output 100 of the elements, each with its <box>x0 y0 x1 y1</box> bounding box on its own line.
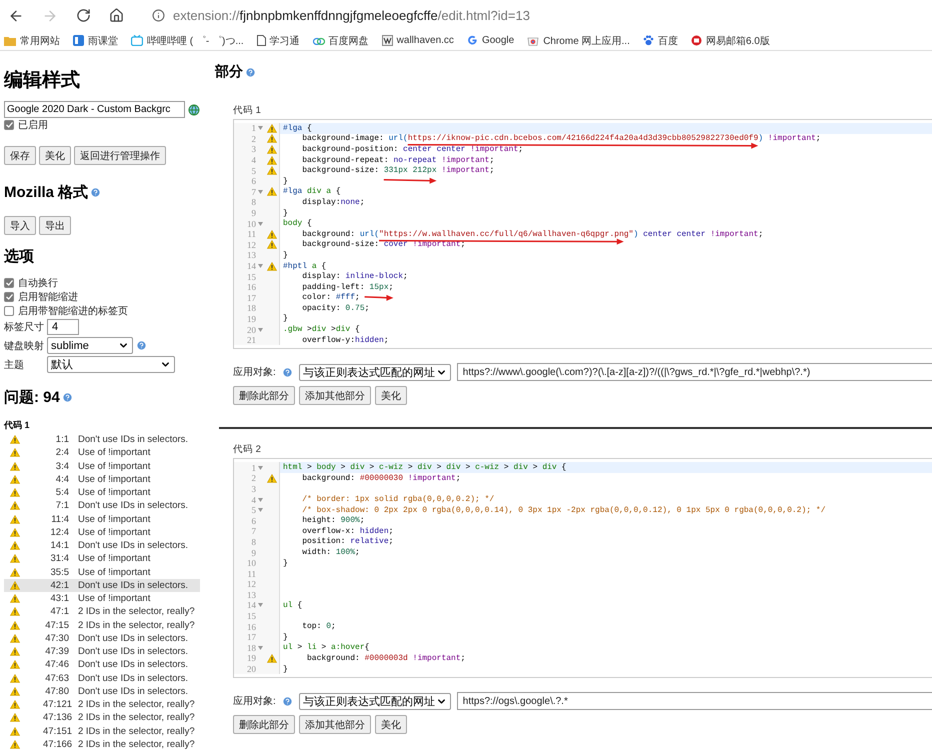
fold-icon[interactable] <box>258 328 263 332</box>
bookmark[interactable]: 哔哩哔哩 ( ゜- ゜)つ... <box>131 34 244 48</box>
issue-row[interactable]: 47:166 2 IDs in the selector, really? <box>4 738 200 751</box>
reload-button[interactable] <box>76 8 91 23</box>
tab-size-field[interactable]: 4 <box>47 319 79 336</box>
bookmark[interactable]: Chrome 网上应用... <box>527 34 630 48</box>
fold-icon[interactable] <box>258 126 263 130</box>
checkbox[interactable] <box>4 120 14 130</box>
line-number: 10 <box>246 558 256 568</box>
fold-icon[interactable] <box>258 498 263 502</box>
enabled-checkbox-row[interactable]: 已启用 <box>4 118 200 132</box>
action-button[interactable]: 美化 <box>39 146 71 165</box>
code-editor[interactable] <box>233 119 932 350</box>
warning-icon <box>10 674 20 683</box>
section-button[interactable]: 添加其他部分 <box>299 386 371 406</box>
bookmark[interactable]: 网易邮箱6.0版 <box>690 34 770 48</box>
logo-icon <box>382 35 393 46</box>
bookmark[interactable]: 百度 <box>642 34 678 48</box>
help-icon[interactable] <box>90 187 102 198</box>
section-button[interactable]: 删除此部分 <box>233 386 295 406</box>
back-button[interactable] <box>8 8 24 24</box>
issue-row[interactable]: 31:4 Use of !important <box>4 552 200 566</box>
issue-row[interactable]: 35:5 Use of !important <box>4 565 200 579</box>
line-number: 7 <box>250 526 256 536</box>
help-icon[interactable] <box>282 366 293 378</box>
home-button[interactable] <box>109 8 124 23</box>
action-button[interactable]: 返回进行管理操作 <box>74 146 166 165</box>
bookmark[interactable]: 雨课堂 <box>73 34 118 48</box>
checkbox[interactable] <box>4 292 14 302</box>
bookmark[interactable]: 百度网盘 <box>312 34 369 48</box>
url-pattern-field[interactable]: https?://www\.google(\.com?)?(\.[a-z][a-z])?/((|\?gws_rd.*|\?gfe_rd.*|webhp\?.*) <box>456 363 932 382</box>
fold-icon[interactable] <box>258 190 263 194</box>
section-button[interactable]: 删除此部分 <box>233 715 295 734</box>
option-select[interactable]: sublime <box>47 337 133 354</box>
fold-icon[interactable] <box>258 646 263 650</box>
fold-icon[interactable] <box>258 466 263 470</box>
issue-row[interactable]: 11:4 Use of !important <box>4 512 200 526</box>
issue-row[interactable]: 47:39 Don't use IDs in selectors. <box>4 644 200 658</box>
issue-row[interactable]: 1:1 Don't use IDs in selectors. <box>4 432 200 446</box>
style-name-field[interactable]: Google 2020 Dark - Custom Backgrc <box>4 101 186 118</box>
bookmark[interactable]: wallhaven.cc <box>382 35 454 46</box>
issue-row[interactable]: 4:4 Use of !important <box>4 472 200 486</box>
option-checkbox-row[interactable]: 自动换行 <box>4 276 200 290</box>
bookmark[interactable]: Google <box>466 35 514 46</box>
issue-row[interactable]: 47:46 Don't use IDs in selectors. <box>4 658 200 672</box>
issue-row[interactable]: 5:4 Use of !important <box>4 486 200 500</box>
issue-row[interactable]: 47:121 2 IDs in the selector, really? <box>4 698 200 712</box>
line-number: 16 <box>246 282 256 292</box>
action-button[interactable]: 导出 <box>39 216 71 235</box>
issue-row[interactable]: 42:1 Don't use IDs in selectors. <box>4 578 200 592</box>
match-type-select[interactable]: 与该正则表达式匹配的网址 <box>298 364 451 381</box>
warning-icon <box>10 700 20 710</box>
issue-row[interactable]: 47:136 2 IDs in the selector, really? <box>4 711 200 724</box>
section-heading: 部分 <box>215 63 243 81</box>
info-icon[interactable] <box>152 9 165 22</box>
action-button[interactable]: 保存 <box>4 146 36 165</box>
issue-row[interactable]: 47:63 Don't use IDs in selectors. <box>4 671 200 685</box>
option-checkbox-row[interactable]: 启用带智能缩进的标签页 <box>4 304 200 318</box>
match-type-select[interactable]: 与该正则表达式匹配的网址 <box>298 692 451 710</box>
issue-row[interactable]: 43:1 Use of !important <box>4 592 200 606</box>
option-checkbox-row[interactable]: 启用智能缩进 <box>4 290 200 304</box>
section-button[interactable]: 添加其他部分 <box>299 715 371 734</box>
url-pattern-field[interactable]: https?://ogs\.google\.?.* <box>456 692 932 710</box>
fold-icon[interactable] <box>258 603 263 608</box>
line-number: 18 <box>246 642 256 653</box>
line-number: 7 <box>250 186 256 197</box>
fold-icon[interactable] <box>258 264 263 268</box>
checkbox[interactable] <box>4 278 14 288</box>
bookmark[interactable]: 常用网站 <box>4 34 60 48</box>
warning-icon <box>266 144 276 154</box>
help-icon[interactable] <box>62 392 73 403</box>
help-icon[interactable] <box>245 66 256 78</box>
help-icon[interactable] <box>282 696 293 707</box>
option-select[interactable]: 默认 <box>47 356 175 374</box>
issue-row[interactable]: 47:151 2 IDs in the selector, really? <box>4 724 200 738</box>
help-icon[interactable] <box>136 340 147 352</box>
warning-icon <box>10 435 20 444</box>
issue-row[interactable]: 7:1 Don't use IDs in selectors. <box>4 499 200 512</box>
issue-row[interactable]: 47:1 2 IDs in the selector, really? <box>4 605 200 618</box>
issue-row[interactable]: 2:4 Use of !important <box>4 446 200 460</box>
line-number: 4 <box>250 494 256 505</box>
issue-row[interactable]: 47:30 Don't use IDs in selectors. <box>4 632 200 645</box>
globe-icon[interactable] <box>188 104 200 116</box>
section-button[interactable]: 美化 <box>375 715 407 734</box>
issue-row[interactable]: 3:4 Use of !important <box>4 459 200 473</box>
line-number: 4 <box>250 155 256 166</box>
fold-icon[interactable] <box>258 222 263 226</box>
action-button[interactable]: 导入 <box>4 216 36 235</box>
section-button[interactable]: 美化 <box>375 386 407 406</box>
bookmark[interactable]: 学习通 <box>256 34 300 48</box>
warning-icon <box>10 568 20 577</box>
fold-icon[interactable] <box>258 508 263 512</box>
store-icon <box>527 35 540 46</box>
warning-icon <box>10 660 20 670</box>
url-text: extension://fjnbnpbmkenffdnngjfgmeleoegfcffe/edit.html?id=13 <box>173 8 530 23</box>
issue-row[interactable]: 47:80 Don't use IDs in selectors. <box>4 684 200 698</box>
checkbox[interactable] <box>4 306 14 316</box>
issue-row[interactable]: 14:1 Don't use IDs in selectors. <box>4 538 200 552</box>
issue-row[interactable]: 12:4 Use of !important <box>4 526 200 539</box>
issue-row[interactable]: 47:15 2 IDs in the selector, really? <box>4 618 200 632</box>
